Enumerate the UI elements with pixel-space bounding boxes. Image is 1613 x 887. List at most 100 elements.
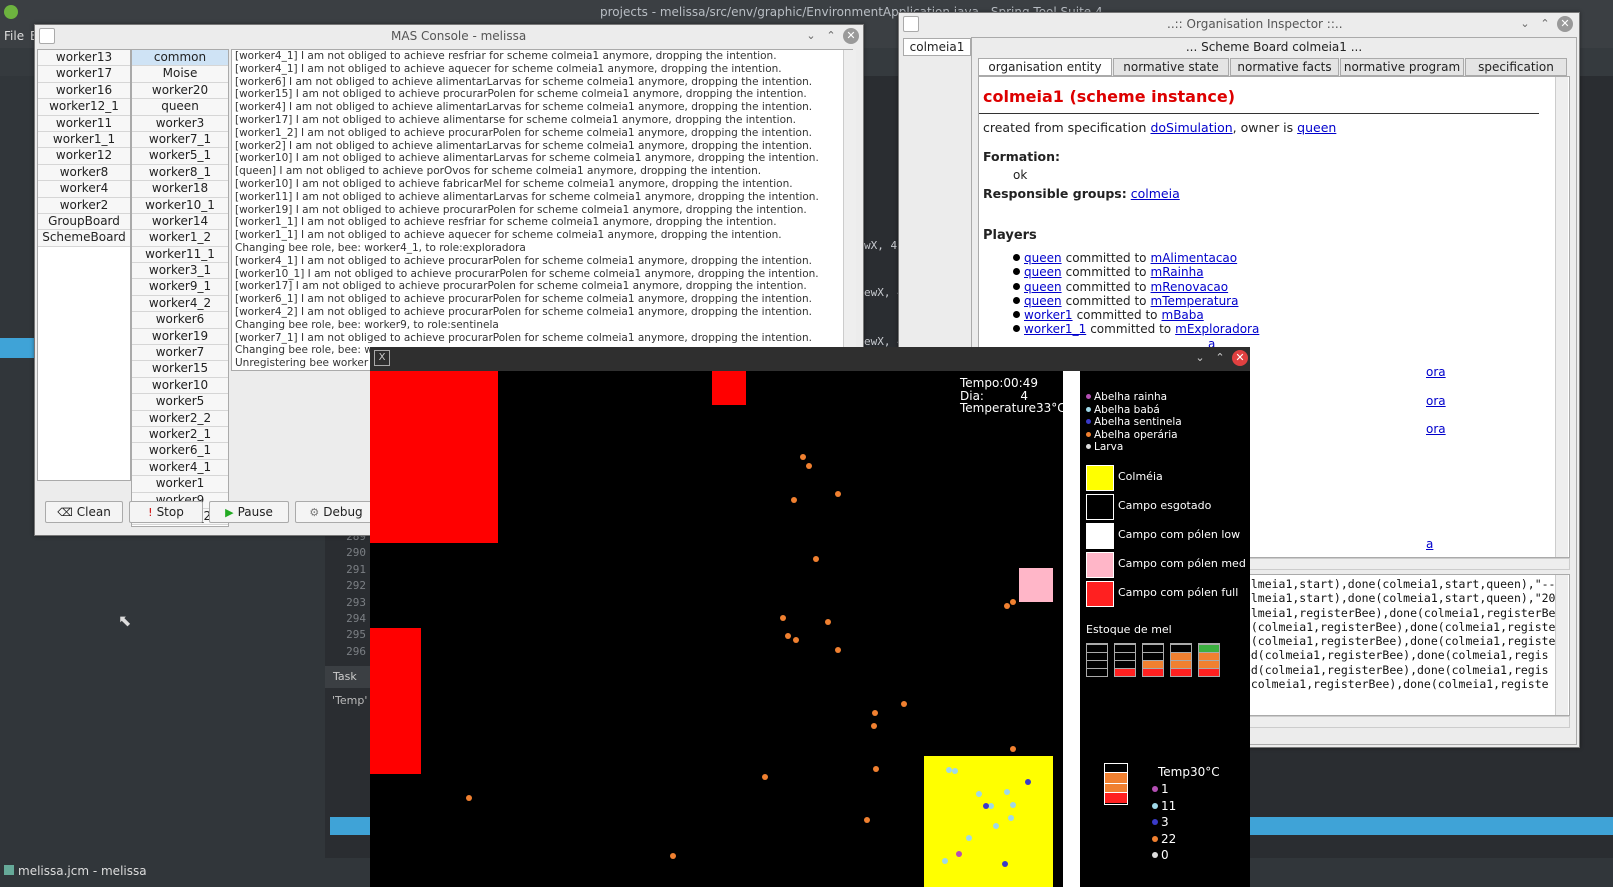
stop-button[interactable]: ! Stop bbox=[129, 501, 203, 523]
agent-item[interactable]: worker8 bbox=[38, 164, 130, 182]
agent-item[interactable]: queen bbox=[132, 99, 228, 116]
agent-item[interactable]: worker20 bbox=[132, 82, 228, 100]
player-agent-link[interactable]: worker1 bbox=[1024, 308, 1073, 322]
normative-code-view[interactable]: colmeia1,start),done(colmeia1,start,quee… bbox=[1236, 574, 1570, 716]
entity-scrollbar[interactable] bbox=[1555, 77, 1568, 557]
pause-button[interactable]: ▶ Pause bbox=[209, 501, 289, 523]
log-scrollbar[interactable] bbox=[843, 50, 856, 368]
agent-item[interactable]: worker12 bbox=[38, 148, 130, 165]
agent-item[interactable]: SchemeBoard bbox=[38, 230, 130, 247]
agent-item[interactable]: worker1_1 bbox=[38, 131, 130, 149]
maximize-icon[interactable]: ⌃ bbox=[823, 28, 839, 44]
agent-item[interactable]: worker10 bbox=[132, 377, 228, 395]
player-agent-link[interactable]: worker1_1 bbox=[1024, 322, 1086, 336]
agent-item[interactable]: worker6_1 bbox=[132, 443, 228, 460]
agent-item[interactable]: worker7_1 bbox=[132, 131, 228, 149]
agent-item[interactable]: Moise bbox=[132, 66, 228, 83]
agent-item[interactable]: worker18 bbox=[132, 181, 228, 198]
console-log[interactable]: [worker4_1] I am not obliged to achieve … bbox=[231, 49, 853, 371]
agent-item[interactable]: worker1_2 bbox=[132, 230, 228, 247]
simulation-legend: Abelha rainha Abelha babá Abelha sentinela… bbox=[1080, 371, 1250, 887]
debug-button[interactable]: ⚙ Debug bbox=[295, 501, 377, 523]
maximize-icon[interactable]: ⌃ bbox=[1212, 350, 1228, 366]
player-mission-link[interactable]: mTemperatura bbox=[1151, 294, 1239, 308]
player-mission-link[interactable]: a bbox=[1426, 537, 1433, 551]
agent-item[interactable]: worker3 bbox=[132, 115, 228, 132]
player-agent-link[interactable]: queen bbox=[1024, 251, 1062, 265]
close-icon[interactable]: ✕ bbox=[1557, 16, 1573, 32]
player-mission-link[interactable]: mExploradora bbox=[1175, 322, 1259, 336]
bullet-icon bbox=[1013, 296, 1020, 304]
player-agent-link[interactable]: queen bbox=[1024, 280, 1062, 294]
agent-item[interactable]: worker1 bbox=[132, 476, 228, 493]
responsible-group-link[interactable]: colmeia bbox=[1131, 186, 1180, 201]
agent-item[interactable]: worker6 bbox=[132, 312, 228, 329]
clean-button[interactable]: ⌫ Clean bbox=[45, 501, 123, 523]
simulation-titlebar: X ⌄ ⌃ ✕ bbox=[370, 347, 1250, 371]
player-mission-link[interactable]: mRenovacao bbox=[1151, 280, 1229, 294]
agent-item[interactable]: worker4 bbox=[38, 181, 130, 198]
agent-item[interactable]: worker11 bbox=[38, 115, 130, 132]
agent-item[interactable]: worker7 bbox=[132, 345, 228, 362]
menu-file[interactable]: File bbox=[4, 29, 24, 43]
agent-item[interactable]: GroupBoard bbox=[38, 213, 130, 231]
log-line: [worker1_1] I am not obliged to achieve … bbox=[235, 216, 777, 229]
agent-item[interactable]: common bbox=[132, 50, 228, 67]
agent-item[interactable]: worker5 bbox=[132, 394, 228, 411]
agent-item[interactable]: worker2 bbox=[38, 197, 130, 214]
log-line: [queen] I am not obliged to achieve porO… bbox=[235, 165, 762, 178]
tab-specification[interactable]: specification bbox=[1465, 58, 1567, 76]
player-mission-link[interactable]: mAlimentacao bbox=[1151, 251, 1238, 265]
minimize-icon[interactable]: ⌄ bbox=[1517, 16, 1533, 32]
pollen-field-med bbox=[1019, 568, 1053, 602]
agent-item[interactable]: worker13 bbox=[38, 50, 130, 67]
spec-link[interactable]: doSimulation bbox=[1150, 120, 1232, 135]
agent-item[interactable]: worker19 bbox=[132, 328, 228, 346]
agent-item[interactable]: worker16 bbox=[38, 82, 130, 100]
agent-item[interactable]: worker17 bbox=[38, 66, 130, 83]
agent-item[interactable]: worker14 bbox=[132, 213, 228, 231]
player-mission-link[interactable]: mBaba bbox=[1162, 308, 1204, 322]
agent-item[interactable]: worker2_1 bbox=[132, 426, 228, 444]
player-agent-link[interactable]: queen bbox=[1024, 294, 1062, 308]
close-icon[interactable]: ✕ bbox=[843, 28, 859, 44]
agent-item[interactable]: worker4_1 bbox=[132, 459, 228, 477]
tab-colmeia1[interactable]: colmeia1 bbox=[903, 38, 971, 56]
minimize-icon[interactable]: ⌄ bbox=[1192, 350, 1208, 366]
agent-item[interactable]: worker15 bbox=[132, 361, 228, 378]
code-line: led(colmeia1,registerBee),done(colmeia1,… bbox=[1237, 648, 1549, 663]
agent-item[interactable]: worker3_1 bbox=[132, 263, 228, 280]
agent-item[interactable]: worker2_2 bbox=[132, 410, 228, 427]
population-count-value: 11 bbox=[1161, 798, 1177, 813]
minimize-icon[interactable]: ⌄ bbox=[803, 28, 819, 44]
agent-item[interactable]: worker9_1 bbox=[132, 279, 228, 296]
player-mission-link[interactable]: ora bbox=[1426, 422, 1446, 436]
code-scrollbar[interactable] bbox=[1555, 575, 1568, 715]
code-hscrollbar[interactable] bbox=[1236, 716, 1570, 728]
agent-item[interactable]: worker8_1 bbox=[132, 164, 228, 182]
maximize-icon[interactable]: ⌃ bbox=[1537, 16, 1553, 32]
editor-line-numbers: 289 290 291 292 293 294 295 296 bbox=[346, 530, 366, 658]
bee-dot-icon bbox=[1152, 786, 1158, 792]
agent-item[interactable]: worker11_1 bbox=[132, 246, 228, 264]
agent-item[interactable]: worker5_1 bbox=[132, 148, 228, 165]
agent-list-col1[interactable]: worker13 worker17 worker16 worker12_1 worker… bbox=[37, 49, 131, 481]
ide-logo-icon bbox=[4, 5, 18, 19]
tab-normative-state[interactable]: normative state bbox=[1113, 58, 1229, 76]
tab-normative-facts[interactable]: normative facts bbox=[1230, 58, 1339, 76]
tab-normative-program[interactable]: normative program bbox=[1340, 58, 1464, 76]
agent-list-col2[interactable]: common Moise worker20 queen worker3 worker7_1… bbox=[131, 49, 229, 527]
player-mission-link[interactable]: ora bbox=[1426, 365, 1446, 379]
agent-item[interactable]: worker12_1 bbox=[38, 99, 130, 116]
player-mission-link[interactable]: mRainha bbox=[1151, 265, 1204, 279]
owner-link[interactable]: queen bbox=[1297, 120, 1336, 135]
tab-organisation-entity[interactable]: organisation entity bbox=[978, 58, 1112, 76]
bee-dot bbox=[952, 768, 958, 774]
close-icon[interactable]: ✕ bbox=[1232, 350, 1248, 366]
agent-item[interactable]: worker10_1 bbox=[132, 197, 228, 214]
player-agent-link[interactable]: queen bbox=[1024, 265, 1062, 279]
honey-bar bbox=[1198, 643, 1220, 677]
simulation-map[interactable]: Tempo:00:49 Dia: 4 Temperature33°C bbox=[370, 371, 1080, 887]
player-mission-link[interactable]: ora bbox=[1426, 394, 1446, 408]
agent-item[interactable]: worker4_2 bbox=[132, 295, 228, 313]
